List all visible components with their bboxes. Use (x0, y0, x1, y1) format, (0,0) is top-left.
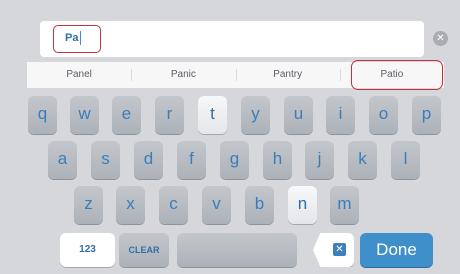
suggestion-pantry[interactable]: Pantry (235, 62, 340, 88)
key-a[interactable]: a (48, 141, 77, 179)
key-p[interactable]: p (412, 96, 441, 134)
key-h[interactable]: h (263, 141, 292, 179)
key-w[interactable]: w (70, 96, 99, 134)
key-f[interactable]: f (177, 141, 206, 179)
input-text: Pa (65, 32, 79, 44)
suggestion-panic[interactable]: Panic (131, 62, 235, 88)
key-t[interactable]: t (198, 96, 227, 134)
key-v[interactable]: v (202, 186, 231, 224)
key-d[interactable]: d (134, 141, 163, 179)
suggestion-bar: Panel Panic Pantry Patio (27, 62, 444, 88)
key-y[interactable]: y (241, 96, 270, 134)
key-u[interactable]: u (284, 96, 313, 134)
search-input-bar[interactable]: Pa (40, 21, 424, 57)
key-n[interactable]: n (288, 186, 317, 224)
key-m[interactable]: m (330, 186, 359, 224)
done-button[interactable]: Done (360, 233, 433, 267)
key-s[interactable]: s (91, 141, 120, 179)
clear-input-icon[interactable]: ✕ (433, 31, 448, 46)
backspace-key[interactable]: ✕ (313, 233, 354, 267)
key-k[interactable]: k (348, 141, 377, 179)
key-q[interactable]: q (28, 96, 57, 134)
key-j[interactable]: j (305, 141, 334, 179)
key-r[interactable]: r (155, 96, 184, 134)
numbers-key[interactable]: 123 (60, 233, 115, 267)
space-key[interactable] (177, 233, 297, 267)
backspace-icon: ✕ (333, 243, 346, 256)
key-e[interactable]: e (112, 96, 141, 134)
key-i[interactable]: i (326, 96, 355, 134)
suggestion-panel[interactable]: Panel (27, 62, 131, 88)
key-o[interactable]: o (369, 96, 398, 134)
key-x[interactable]: x (116, 186, 145, 224)
key-l[interactable]: l (391, 141, 420, 179)
suggestion-patio[interactable]: Patio (339, 62, 444, 88)
text-caret (80, 31, 81, 45)
clear-key[interactable]: CLEAR (119, 233, 169, 267)
key-c[interactable]: c (159, 186, 188, 224)
key-z[interactable]: z (74, 186, 103, 224)
key-g[interactable]: g (220, 141, 249, 179)
key-b[interactable]: b (245, 186, 274, 224)
